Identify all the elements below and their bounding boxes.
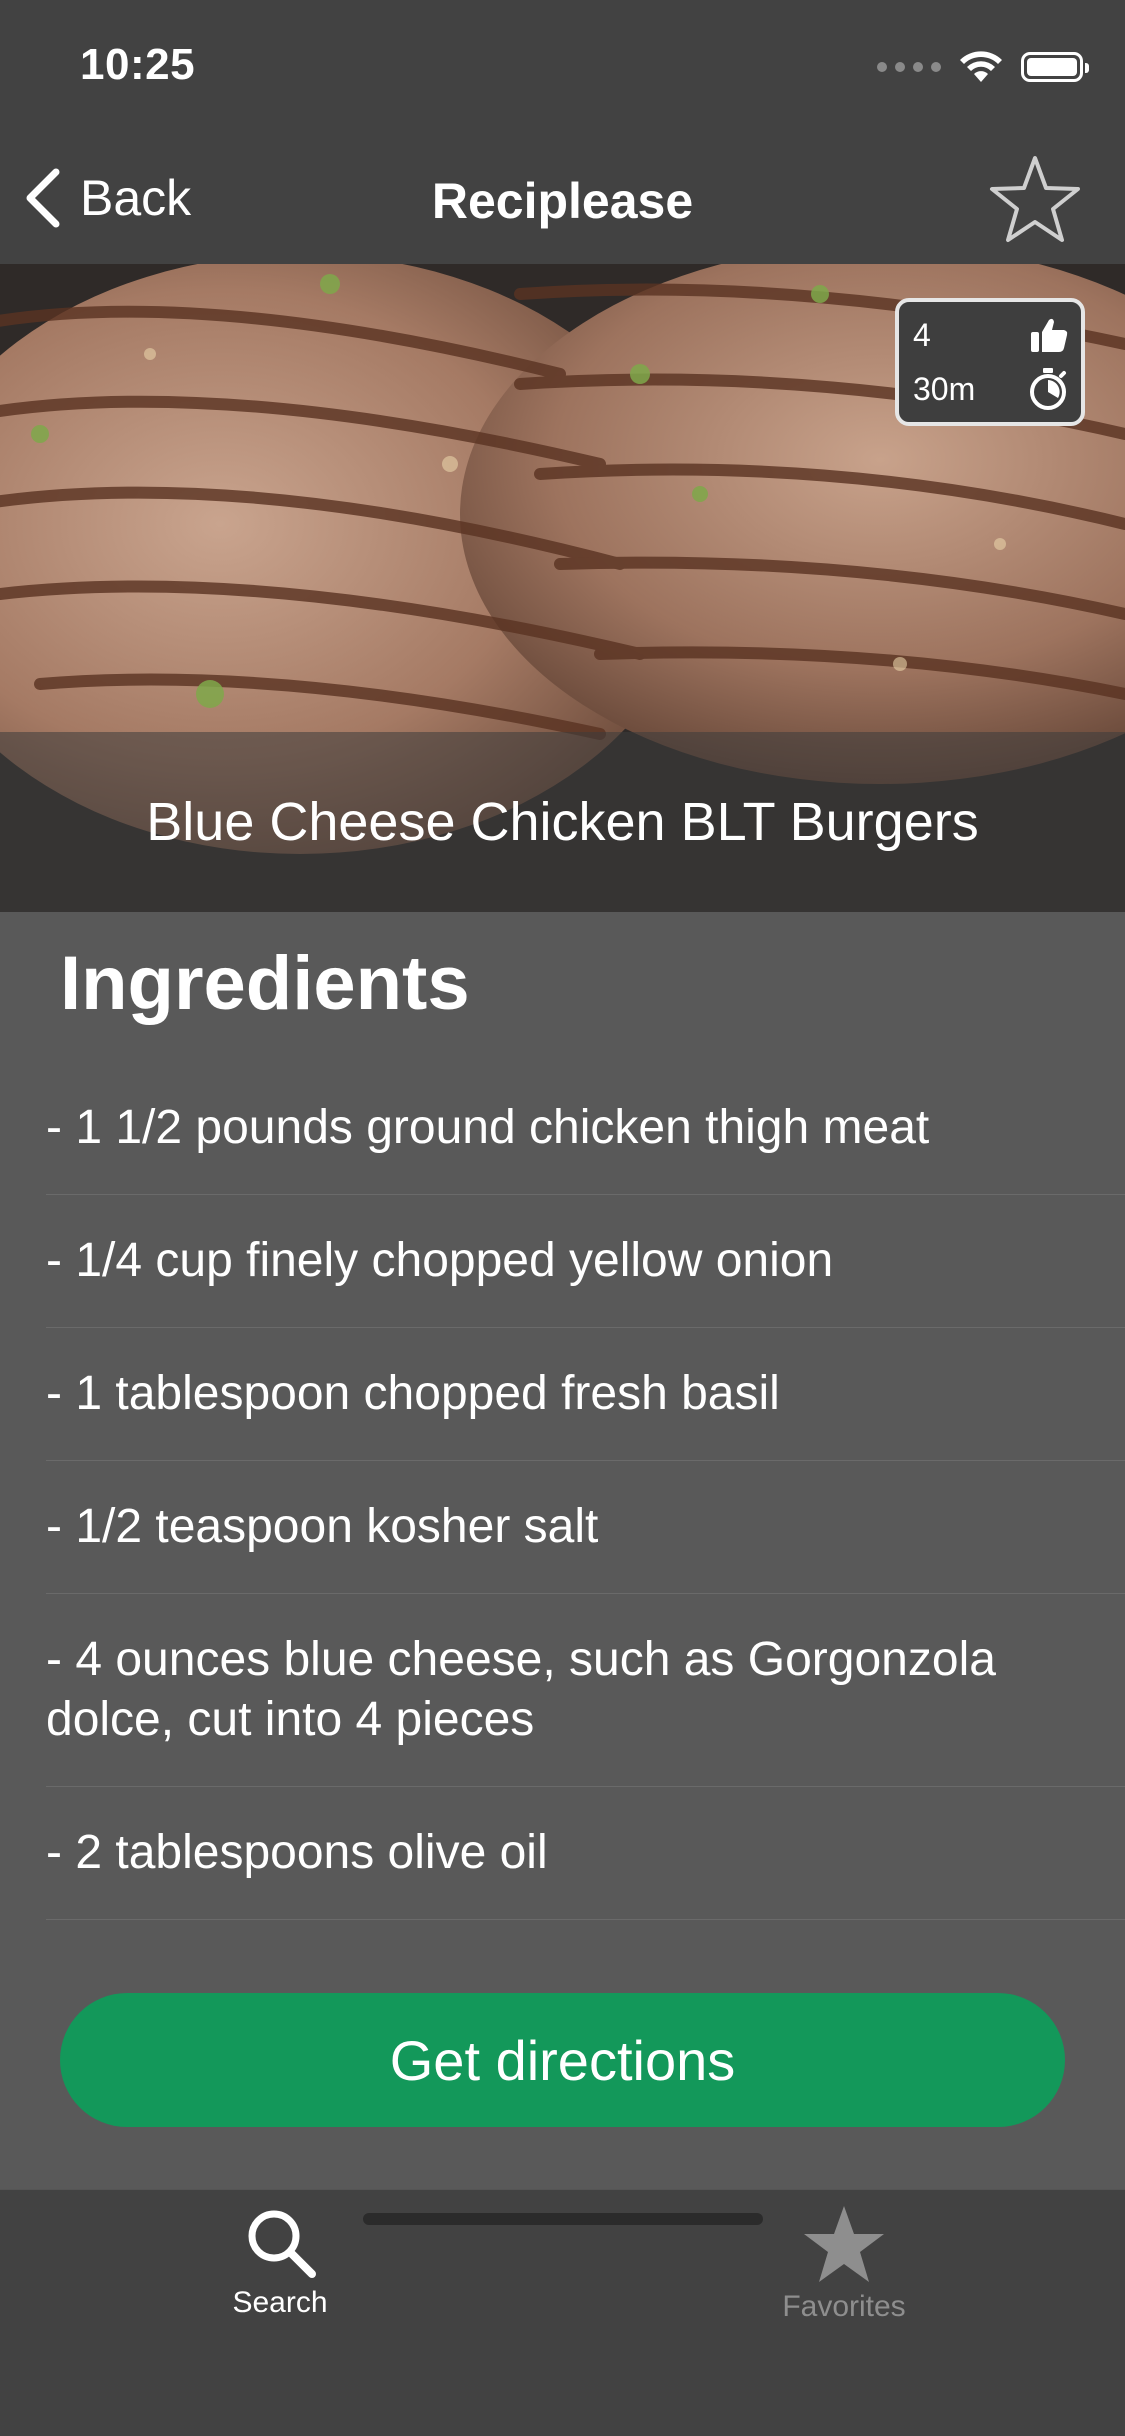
ingredient-item: - 1/2 teaspoon kosher salt — [46, 1461, 1125, 1594]
likes-count: 4 — [913, 316, 931, 353]
ingredient-item: - 1 tablespoon chopped fresh basil — [46, 1328, 1125, 1461]
cook-time: 30m — [913, 370, 976, 407]
tab-search-label: Search — [232, 2286, 328, 2319]
recipe-title: Blue Cheese Chicken BLT Burgers — [146, 792, 979, 852]
recipe-info-badge: 4 30m — [895, 298, 1085, 426]
star-filled-icon — [804, 2206, 884, 2282]
likes-row: 4 — [913, 310, 1069, 360]
star-outline-icon — [990, 156, 1080, 242]
time-row: 30m — [913, 364, 1069, 414]
ingredient-item: - 4 ounces blue cheese, such as Gorgonzo… — [46, 1594, 1125, 1787]
thumbs-up-icon — [1031, 318, 1068, 352]
ingredient-item: - 1/4 cup finely chopped yellow onion — [46, 1195, 1125, 1328]
wifi-icon — [960, 51, 1002, 82]
status-time: 10:25 — [80, 40, 196, 89]
status-icons — [877, 50, 1089, 84]
favorite-button[interactable] — [989, 154, 1081, 246]
recipe-title-overlay: Blue Cheese Chicken BLT Burgers — [0, 732, 1125, 912]
navigation-bar: Back Reciplease — [0, 132, 1125, 264]
timer-icon — [1030, 368, 1066, 410]
tab-bar: Search Favorites — [0, 2189, 1125, 2436]
ingredient-item: - 2 tablespoons olive oil — [46, 1787, 1125, 1920]
cellular-signal-icon — [877, 62, 941, 72]
search-icon — [248, 2210, 316, 2278]
recipe-detail-screen: 10:25 Back Reciplease 4 30m Blue Cheese … — [0, 0, 1125, 2436]
ingredients-heading: Ingredients — [60, 941, 470, 1026]
get-directions-button[interactable]: Get directions — [60, 1993, 1065, 2127]
ingredient-item: - 1 1/2 pounds ground chicken thigh meat — [46, 1062, 1125, 1195]
tab-favorites-label: Favorites — [782, 2290, 906, 2323]
page-title: Reciplease — [431, 173, 694, 229]
recipe-image: 4 30m Blue Cheese Chicken BLT Burgers — [0, 264, 1125, 912]
ingredients-list: - 1 1/2 pounds ground chicken thigh meat… — [46, 1062, 1125, 1920]
battery-icon — [1021, 52, 1089, 82]
status-bar: 10:25 — [0, 0, 1125, 132]
home-indicator — [363, 2213, 763, 2225]
